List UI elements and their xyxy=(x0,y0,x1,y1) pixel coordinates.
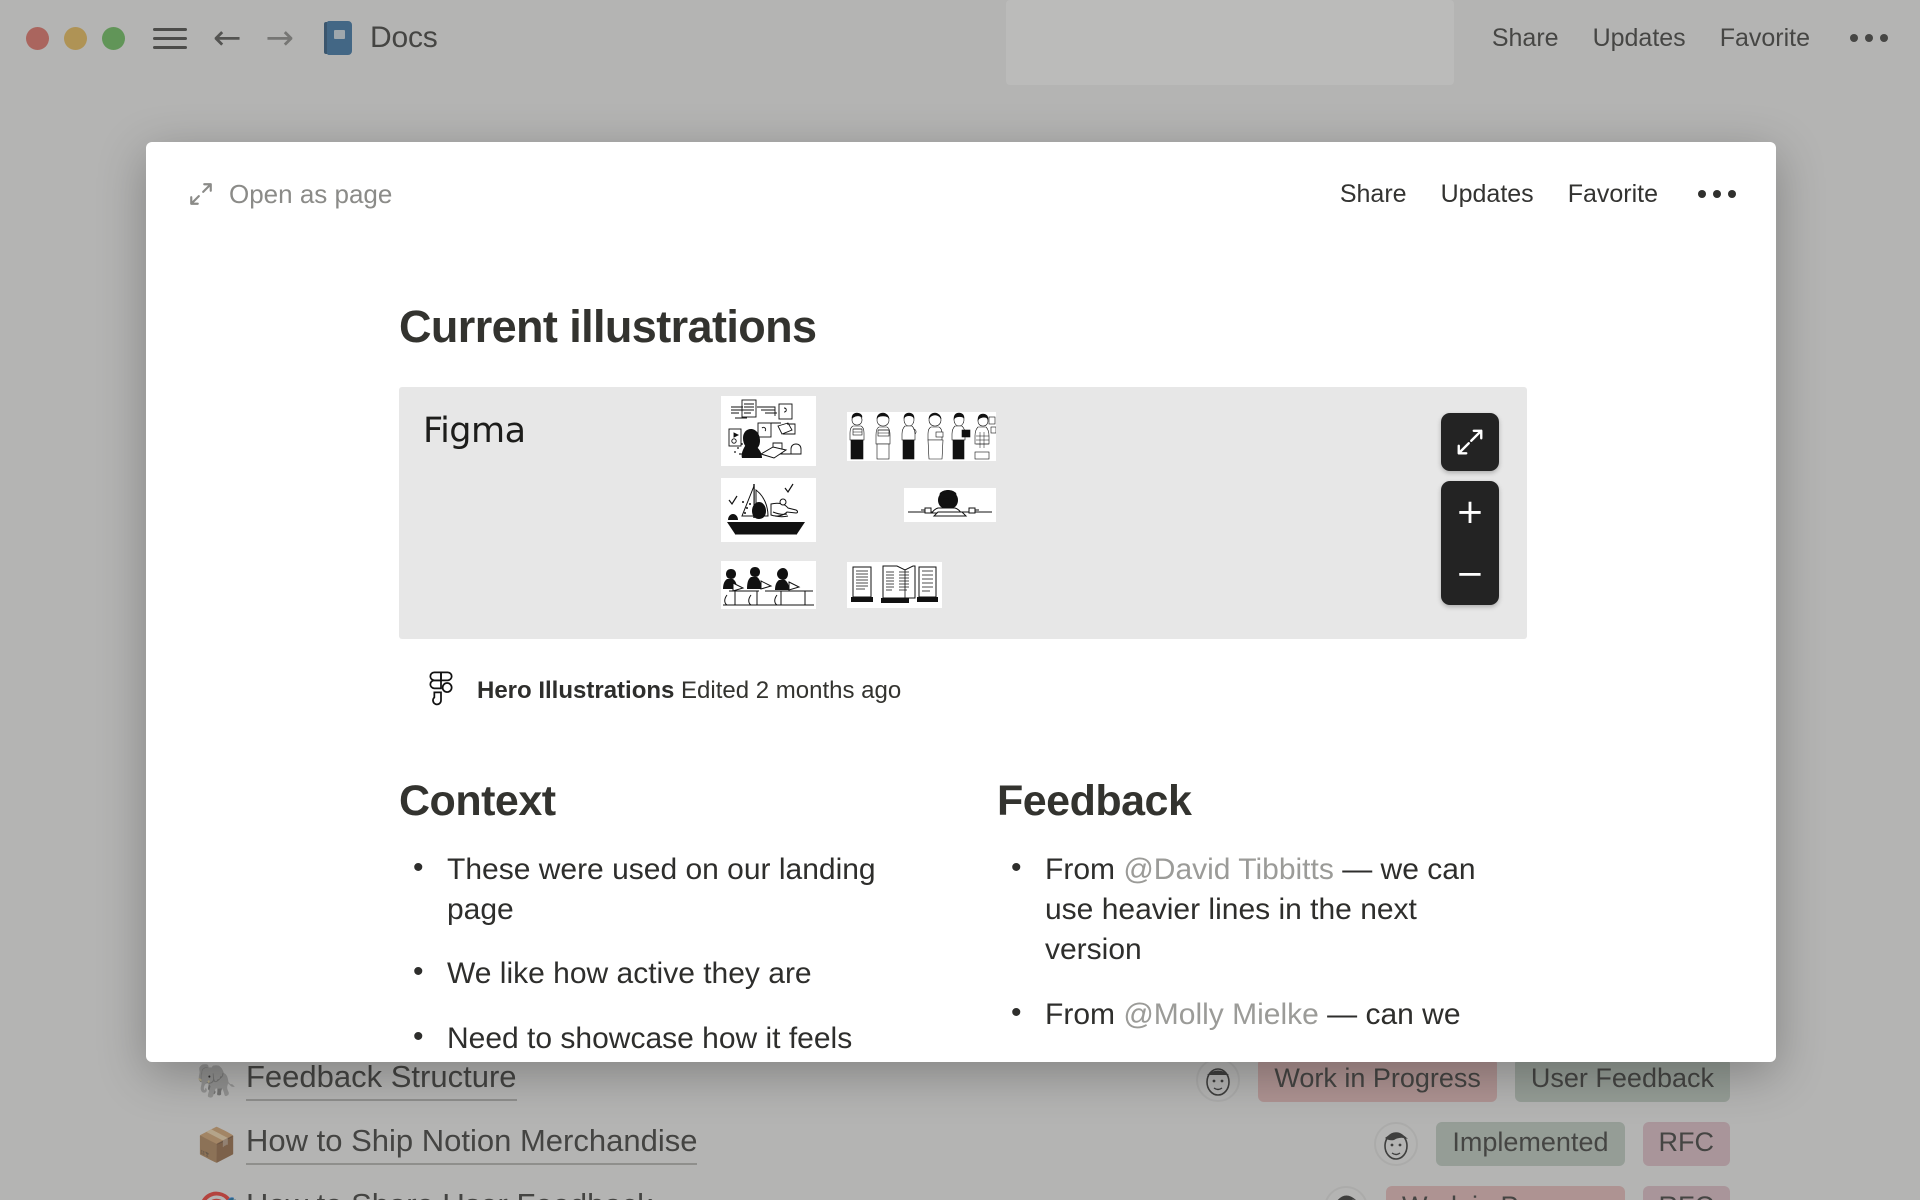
thumbnail-row xyxy=(721,542,1281,609)
thumbnail-woman-at-desk-with-documents[interactable] xyxy=(721,396,816,466)
feedback-column: Feedback From @David Tibbitts — we can u… xyxy=(997,777,1517,1062)
feedback-heading: Feedback xyxy=(997,777,1192,825)
modal-share-button[interactable]: Share xyxy=(1340,180,1407,209)
search-highlight-region xyxy=(1006,0,1454,85)
embed-zoom-controls: + − xyxy=(1441,413,1499,605)
thumbnail-person-reading-at-table[interactable] xyxy=(904,488,996,522)
expand-diagonal-icon xyxy=(190,183,212,205)
list-item[interactable]: Need to showcase how it feels xyxy=(399,1017,919,1059)
thumbnail-three-open-newspapers[interactable] xyxy=(847,562,942,608)
document-heading: Current illustrations xyxy=(399,301,817,352)
open-as-page-label: Open as page xyxy=(229,178,393,209)
open-as-page-button[interactable]: Open as page xyxy=(188,179,392,210)
modal-actions: Share Updates Favorite xyxy=(1340,180,1736,209)
figma-logo-icon xyxy=(429,671,453,706)
fit-to-screen-icon xyxy=(1457,429,1483,455)
feedback-suffix: — can we xyxy=(1318,997,1461,1031)
thumbnail-three-people-at-laptops[interactable] xyxy=(721,561,816,609)
figma-embed[interactable]: Figma + − xyxy=(399,387,1527,639)
context-heading: Context xyxy=(399,777,556,825)
figma-file-meta: Edited 2 months ago xyxy=(681,677,902,704)
app-window: 🐘 Feedback Structure Work in Progress Us… xyxy=(0,0,1920,1200)
modal-updates-button[interactable]: Updates xyxy=(1441,180,1534,209)
document-content: Current illustrations Figma + − Hero Ill… xyxy=(399,301,1529,1062)
modal-favorite-button[interactable]: Favorite xyxy=(1568,180,1658,209)
list-item[interactable]: From @Molly Mielke — can we xyxy=(997,993,1517,1035)
list-item[interactable]: We like how active they are xyxy=(399,952,919,994)
modal-body: Current illustrations Figma + − Hero Ill… xyxy=(146,301,1776,1062)
feedback-bullet-list: From @David Tibbitts — we can use heavie… xyxy=(997,848,1517,1035)
zoom-in-button[interactable]: + xyxy=(1441,481,1499,543)
thumbnail-row xyxy=(721,466,1281,542)
modal-header: Open as page Share Updates Favorite xyxy=(146,142,1776,246)
figma-brand-label: Figma xyxy=(423,411,526,451)
thumbnail-group-of-six-people-standing[interactable] xyxy=(847,412,996,461)
context-bullet-list: These were used on our landing page We l… xyxy=(399,848,919,1059)
content-columns: Context These were used on our landing p… xyxy=(399,777,1529,1062)
modal-more-options-icon[interactable] xyxy=(1692,190,1736,198)
figma-caption-text: Hero Illustrations Edited 2 months ago xyxy=(477,677,901,705)
list-item[interactable]: These were used on our landing page xyxy=(399,848,919,930)
illustration-thumbnails xyxy=(721,393,1281,609)
feedback-prefix: From xyxy=(1045,997,1124,1031)
feedback-prefix: From xyxy=(1045,853,1124,886)
list-item[interactable]: From @David Tibbitts — we can use heavie… xyxy=(997,848,1517,971)
mention-david-tibbitts[interactable]: @David Tibbitts xyxy=(1123,853,1334,886)
mention-molly-mielke[interactable]: @Molly Mielke xyxy=(1123,998,1318,1031)
figma-file-name: Hero Illustrations xyxy=(477,677,675,704)
zoom-out-button[interactable]: − xyxy=(1441,543,1499,605)
zoom-buttons-group: + − xyxy=(1441,481,1499,605)
context-column: Context These were used on our landing p… xyxy=(399,777,919,1062)
thumbnail-people-in-sailboat[interactable] xyxy=(721,478,816,542)
thumbnail-row xyxy=(721,393,1281,466)
figma-file-caption[interactable]: Hero Illustrations Edited 2 months ago xyxy=(427,671,1529,711)
page-preview-modal: Open as page Share Updates Favorite Curr… xyxy=(146,142,1776,1062)
fit-to-screen-button[interactable] xyxy=(1441,413,1499,471)
